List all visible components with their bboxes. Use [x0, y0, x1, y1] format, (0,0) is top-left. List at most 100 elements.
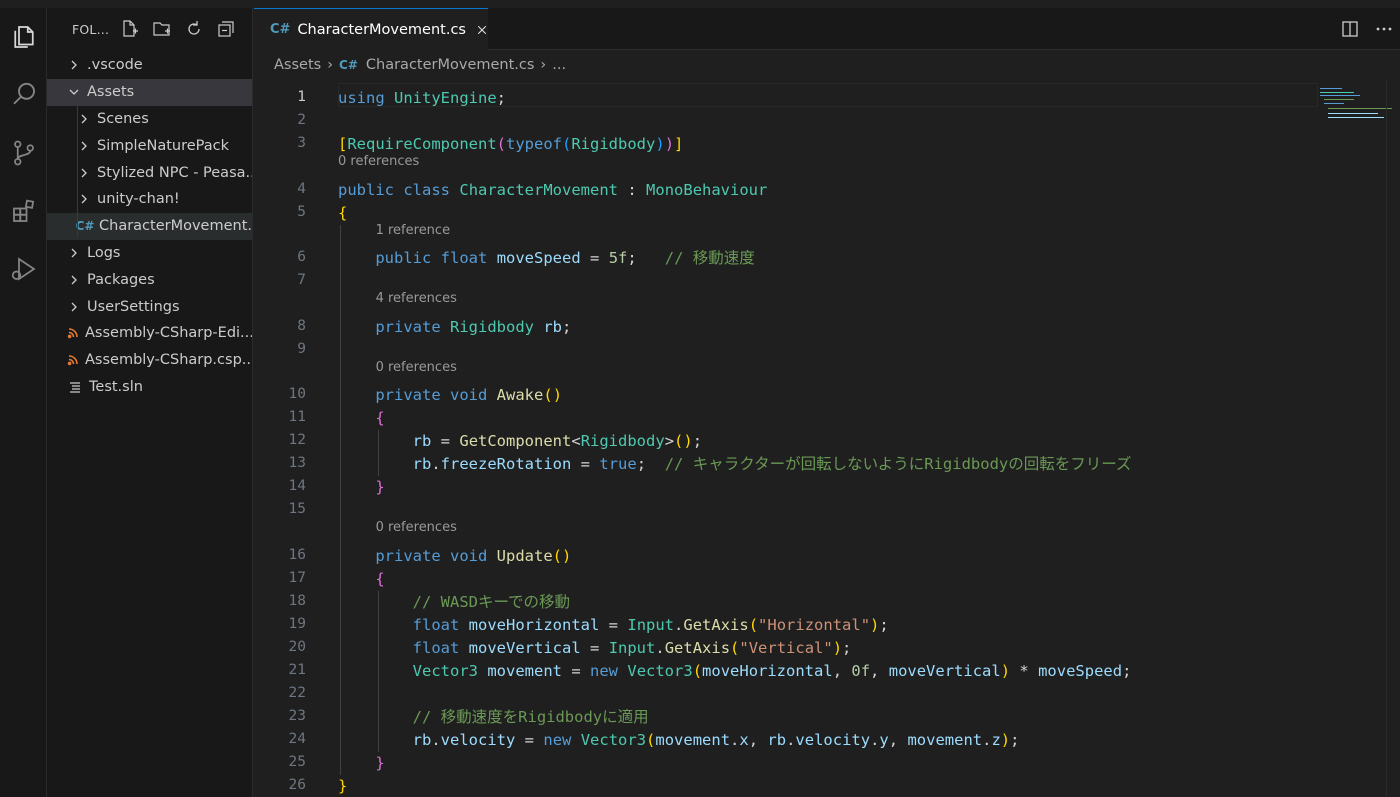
code-lens-references[interactable]: 1 reference — [376, 223, 450, 238]
line-number: 19 — [288, 615, 306, 632]
code-line[interactable]: } — [338, 476, 384, 499]
tree-item[interactable]: Logs — [47, 240, 252, 267]
breadcrumb-file[interactable]: CharacterMovement.cs — [366, 57, 535, 73]
tree-item-label: Stylized NPC - Peasa... — [97, 164, 252, 181]
chevron-down-icon — [67, 85, 81, 99]
split-editor-button[interactable] — [1340, 19, 1360, 39]
line-number: 9 — [297, 340, 306, 357]
code-line[interactable]: rb.freezeRotation = true; // キャラクターが回転しな… — [338, 453, 1132, 476]
code-line[interactable]: { — [338, 407, 384, 430]
line-number: 22 — [288, 684, 306, 701]
collapse-all-button[interactable] — [214, 17, 238, 41]
indent-guide — [378, 430, 379, 476]
line-number: 2 — [297, 112, 306, 128]
tab-label: CharacterMovement.cs — [297, 21, 466, 38]
chevron-right-icon — [67, 246, 81, 260]
line-number: 6 — [297, 249, 306, 265]
explorer-button[interactable] — [0, 8, 47, 66]
indent-guide — [340, 224, 341, 775]
line-number: 24 — [288, 730, 306, 747]
files-icon — [13, 26, 34, 48]
search-button[interactable] — [0, 66, 47, 124]
new-folder-button[interactable] — [150, 17, 174, 41]
csharp-file-icon: C# — [75, 219, 95, 234]
chevron-right-icon — [77, 112, 91, 126]
csharp-file-icon: C# — [339, 58, 358, 72]
code-line[interactable]: // 移動速度をRigidbodyに適用 — [338, 706, 649, 729]
code-line[interactable]: // WASDキーでの移動 — [338, 591, 570, 614]
tree-item-label: Packages — [87, 271, 155, 288]
run-debug-button[interactable] — [0, 240, 47, 298]
indent-guide — [378, 590, 379, 752]
source-control-button[interactable] — [0, 124, 47, 182]
vertical-scrollbar[interactable] — [1386, 80, 1400, 797]
line-number: 18 — [288, 592, 306, 609]
new-folder-icon — [153, 22, 170, 36]
code-line[interactable]: float moveHorizontal = Input.GetAxis("Ho… — [338, 614, 889, 637]
code-lens-references[interactable]: 0 references — [376, 520, 457, 535]
code-line[interactable]: [RequireComponent(typeof(Rigidbody))] — [338, 133, 683, 156]
code-line[interactable]: private void Update() — [338, 545, 571, 568]
tree-item[interactable]: UserSettings — [47, 293, 252, 320]
tree-item-label: SimpleNaturePack — [97, 137, 230, 154]
search-icon — [12, 82, 35, 105]
tree-item[interactable]: .vscode — [47, 52, 252, 79]
code-line[interactable]: Vector3 movement = new Vector3(moveHoriz… — [338, 660, 1132, 683]
tab-charactermovement[interactable]: C# CharacterMovement.cs — [254, 8, 488, 50]
refresh-button[interactable] — [182, 17, 206, 41]
line-number: 1 — [297, 89, 306, 105]
line-number: 17 — [288, 569, 306, 586]
code-line[interactable]: } — [338, 775, 347, 797]
extensions-button[interactable] — [0, 182, 47, 240]
line-number: 14 — [288, 478, 306, 494]
run-debug-icon — [11, 257, 36, 281]
code-line[interactable]: { — [338, 202, 347, 225]
tree-item-label: Assembly-CSharp-Edi... — [85, 325, 252, 342]
code-lens-references[interactable]: 4 references — [376, 291, 457, 306]
code-line[interactable]: private Rigidbody rb; — [338, 316, 571, 339]
activity-bar — [0, 8, 47, 797]
code-line[interactable]: float moveVertical = Input.GetAxis("Vert… — [338, 637, 852, 660]
code-line[interactable]: public class CharacterMovement : MonoBeh… — [338, 179, 767, 202]
tree-item-label: Assembly-CSharp.csp... — [85, 352, 252, 369]
tab-bar: C# CharacterMovement.cs — [254, 8, 1400, 50]
line-number: 25 — [288, 753, 306, 770]
tree-item[interactable]: Packages — [47, 266, 252, 293]
code-line[interactable]: public float moveSpeed = 5f; // 移動速度 — [338, 247, 754, 270]
code-line[interactable]: private void Awake() — [338, 384, 562, 407]
new-file-button[interactable] — [118, 17, 142, 41]
line-number: 4 — [297, 180, 306, 197]
breadcrumb-more[interactable]: ... — [552, 57, 566, 73]
more-actions-button[interactable] — [1374, 19, 1394, 39]
code-lens-references[interactable]: 0 references — [376, 360, 457, 375]
close-icon[interactable] — [476, 22, 488, 38]
tree-item-label: UserSettings — [87, 298, 180, 315]
code-line[interactable]: using UnityEngine; — [338, 87, 506, 110]
breadcrumb-folder[interactable]: Assets — [274, 57, 321, 73]
line-number: 7 — [297, 272, 306, 288]
collapse-all-icon — [218, 21, 234, 37]
line-number: 26 — [288, 776, 306, 793]
tree-item-label: unity-chan! — [97, 191, 180, 208]
source-control-icon — [13, 140, 34, 166]
chevron-right-icon — [67, 58, 81, 72]
chevron-right-icon — [77, 192, 91, 206]
code-editor[interactable]: 1 2 3 4 5 6 7 8 9 10 11 12 13 14 15 16 17 18 19 20 21 22 23 24 2… — [254, 80, 1400, 797]
breadcrumb: Assets › C# CharacterMovement.cs › ... — [254, 50, 1400, 80]
rss-file-icon — [67, 354, 79, 366]
tree-item-label: Scenes — [97, 110, 149, 127]
refresh-icon — [188, 21, 200, 35]
tree-item[interactable]: Assets — [47, 78, 252, 106]
tree-item[interactable]: Assembly-CSharp-Edi... — [47, 320, 252, 347]
explorer-header: FOL... — [47, 8, 252, 50]
code-line[interactable]: { — [338, 568, 384, 591]
code-line[interactable]: rb.velocity = new Vector3(movement.x, rb… — [338, 729, 1020, 752]
tree-item[interactable]: Test.sln — [47, 374, 252, 401]
code-line[interactable]: rb = GetComponent<Rigidbody>(); — [338, 430, 702, 453]
tree-item[interactable]: Assembly-CSharp.csp... — [47, 347, 252, 374]
csharp-file-icon: C# — [270, 22, 291, 37]
minimap[interactable] — [1320, 86, 1392, 126]
code-lens-references[interactable]: 0 references — [338, 154, 419, 169]
code-line[interactable]: } — [338, 752, 384, 775]
tree-item-label: Logs — [87, 244, 121, 261]
